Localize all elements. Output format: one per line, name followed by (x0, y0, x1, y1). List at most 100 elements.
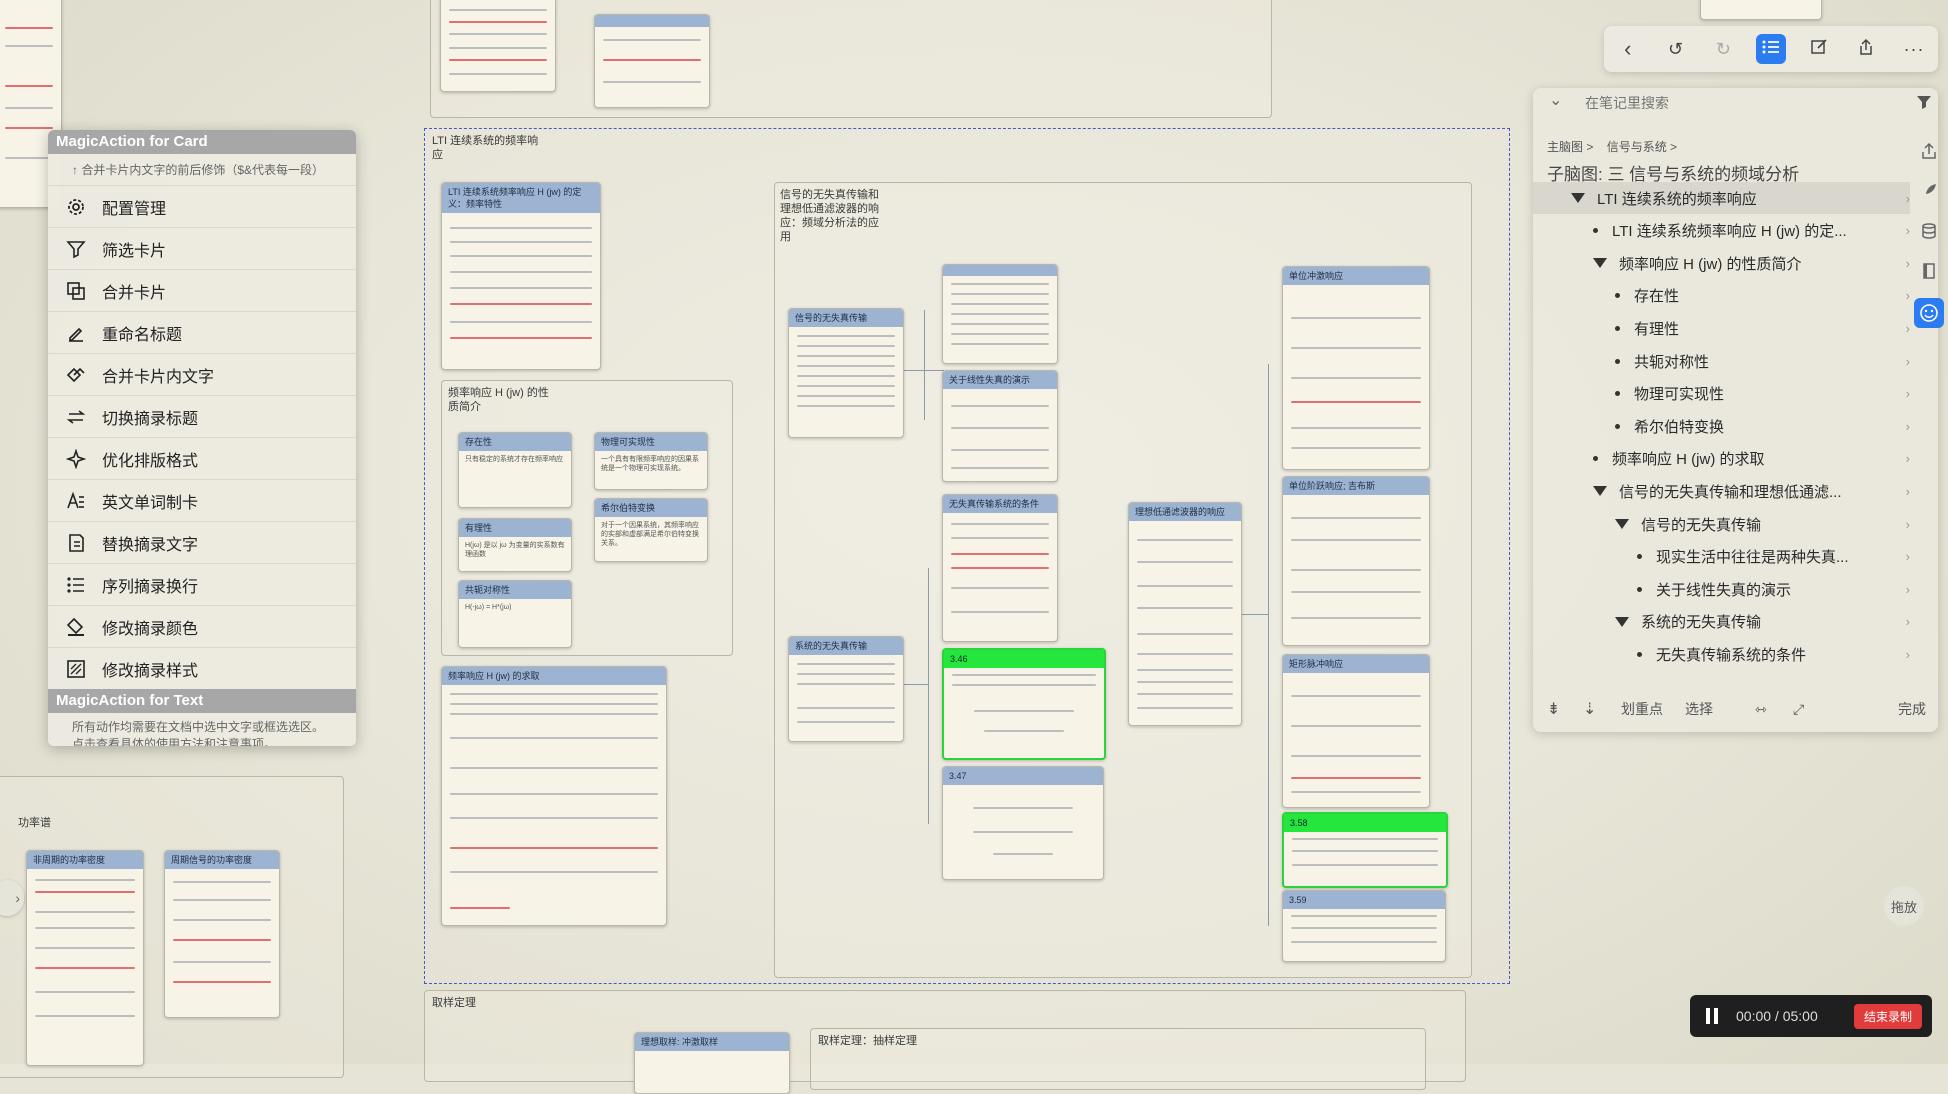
outline-leaf-row[interactable]: 无失真传输系统的条件 › (1533, 638, 1910, 670)
expand-triangle-icon[interactable] (1615, 519, 1629, 529)
ma-item-word-card[interactable]: 英文单词制卡 (48, 479, 356, 521)
magicaction-text-footer[interactable]: 所有动作均需要在文档中选中文字或框选选区。 点击查看具体的使用方法和注意事项。 (48, 713, 356, 746)
stop-recording-button[interactable]: 结束录制 (1853, 1004, 1922, 1029)
align-icon[interactable]: ⇟ (1547, 699, 1560, 719)
card-rationality[interactable]: 有理性 H(jω) 是以 jω 为变量的实系数有理函数 (458, 518, 572, 572)
breadcrumb-main[interactable]: 主脑图 > (1547, 140, 1593, 154)
rocket-icon[interactable] (1914, 176, 1944, 206)
card-existence[interactable]: 存在性 只有稳定的系统才存在频率响应 (458, 432, 572, 508)
outline-button[interactable] (1755, 34, 1786, 64)
card-physical-realizability[interactable]: 物理可实现性 一个具有有限频率响应的因果系统是一个物理可实现系统。 (594, 432, 708, 490)
mark-button[interactable]: 划重点 (1621, 699, 1663, 719)
chevron-right-icon[interactable]: › (1906, 484, 1910, 499)
back-button[interactable]: ‹ (1613, 34, 1643, 64)
chevron-right-icon[interactable]: › (1906, 223, 1910, 238)
ma-item-merge-text[interactable]: 合并卡片内文字 (48, 353, 356, 395)
chevron-right-icon[interactable]: › (1906, 288, 1910, 303)
outline-branch-row[interactable]: 信号的无失真传输 › (1533, 508, 1910, 540)
chevron-down-icon[interactable]: ⌄ (1549, 90, 1562, 110)
chevron-right-icon[interactable]: › (1906, 647, 1910, 662)
card-impulse-response[interactable]: 单位冲激响应 (1282, 266, 1430, 470)
card-example-3-59[interactable]: 3.59 (1282, 890, 1446, 962)
upload-icon[interactable] (1914, 136, 1944, 166)
chevron-right-icon[interactable]: › (1906, 549, 1910, 564)
ma-item-change-style[interactable]: 修改摘录样式 (48, 647, 356, 689)
outline-branch-row[interactable]: 频率响应 H (jw) 的性质简介 › (1533, 247, 1910, 279)
card-example-3-58[interactable]: 3.58 (1282, 812, 1448, 888)
chevron-right-icon[interactable]: › (1906, 614, 1910, 629)
expand-triangle-icon[interactable] (1571, 193, 1585, 203)
undo-button[interactable]: ↺ (1661, 34, 1691, 64)
card-signal-distortionless[interactable]: 信号的无失真传输 (788, 308, 904, 438)
outline-leaf-row[interactable]: 共轭对称性 › (1533, 345, 1910, 377)
partial-card-top-1[interactable] (440, 0, 556, 92)
chevron-right-icon[interactable]: › (1906, 256, 1910, 271)
expand-triangle-icon[interactable] (1615, 616, 1629, 627)
magicaction-card-subtitle[interactable]: ↑ 合并卡片内文字的前后修饰（$&代表每一段） (48, 154, 356, 185)
ma-item-change-color[interactable]: 修改摘录颜色 (48, 605, 356, 647)
expand-triangle-icon[interactable] (1593, 486, 1607, 497)
card-rect-pulse-response[interactable]: 矩形脉冲响应 (1282, 654, 1430, 808)
chevron-right-icon[interactable]: › (1906, 191, 1910, 206)
smiley-icon[interactable] (1914, 298, 1944, 328)
more-button[interactable]: ··· (1899, 34, 1929, 64)
select-button[interactable]: 选择 (1685, 699, 1713, 719)
card-distortionless-condition[interactable]: 无失真传输系统的条件 (942, 494, 1058, 642)
outline-leaf-row[interactable]: 存在性 › (1533, 280, 1910, 312)
card-linear-distortion-demo[interactable]: 关于线性失真的演示 (942, 370, 1058, 482)
chevron-right-icon[interactable]: › (1906, 451, 1910, 466)
redo-button[interactable]: ↻ (1708, 34, 1738, 64)
outline-branch-row[interactable]: 系统的无失真传输 › (1533, 606, 1910, 638)
outline-branch-row[interactable]: 信号的无失真传输和理想低通滤... › (1533, 475, 1910, 507)
outline-leaf-row[interactable]: LTI 连续系统频率响应 H (jw) 的定... › (1533, 215, 1910, 247)
expand-triangle-icon[interactable] (1593, 258, 1607, 269)
breadcrumb-signals[interactable]: 信号与系统 > (1607, 140, 1677, 154)
card-example-3-47[interactable]: 3.47 (942, 766, 1104, 880)
database-icon[interactable] (1914, 216, 1944, 246)
done-button[interactable]: 完成 (1898, 699, 1926, 719)
card-ideal-lowpass[interactable]: 理想低通滤波器的响应 (1128, 502, 1242, 726)
ma-item-merge[interactable]: 合并卡片 (48, 269, 356, 311)
partial-card-top-right[interactable] (1700, 0, 1822, 20)
card-definition[interactable]: LTI 连续系统频率响应 H (jw) 的定义：频率特性 (441, 182, 601, 370)
card-power-nonperiodic[interactable]: 非周期的功率密度 (26, 850, 144, 1066)
ma-item-config[interactable]: 配置管理 (48, 185, 356, 227)
ma-item-switch-title[interactable]: 切换摘录标题 (48, 395, 356, 437)
card-solve-response[interactable]: 频率响应 H (jw) 的求取 (441, 666, 667, 926)
card-power-periodic[interactable]: 周期信号的功率密度 (164, 850, 280, 1018)
card-hilbert[interactable]: 希尔伯特变换 对于一个因果系统，其频率响应的实部和虚部满足希尔伯特变换关系。 (594, 498, 708, 562)
book-icon[interactable] (1914, 256, 1944, 286)
card-real-life-distortion[interactable] (942, 264, 1058, 364)
chevron-right-icon[interactable]: › (1906, 354, 1910, 369)
share-button[interactable] (1851, 34, 1881, 64)
expand-icon[interactable]: ⤢ (1793, 701, 1804, 718)
lock-icon[interactable]: ⇿ (1755, 701, 1767, 718)
ma-item-sequence-wrap[interactable]: 序列摘录换行 (48, 563, 356, 605)
sort-icon[interactable]: ⇣ (1583, 699, 1596, 719)
outline-leaf-row[interactable]: 现实生活中往往是两种失真... › (1533, 541, 1910, 573)
filter-icon[interactable] (1916, 94, 1932, 115)
card-ideal-sampling[interactable]: 理想取样: 冲激取样 (634, 1032, 790, 1094)
outline-leaf-row[interactable]: 希尔伯特变换 › (1533, 410, 1910, 442)
partial-card-top-2[interactable] (594, 14, 710, 108)
ma-item-rename[interactable]: 重命名标题 (48, 311, 356, 353)
ma-item-replace-text[interactable]: 替换摘录文字 (48, 521, 356, 563)
ma-item-filter[interactable]: 筛选卡片 (48, 227, 356, 269)
edit-button[interactable] (1804, 34, 1834, 64)
outline-branch-row[interactable]: LTI 连续系统的频率响应 › (1533, 182, 1910, 214)
chevron-right-icon[interactable]: › (1906, 386, 1910, 401)
card-step-response[interactable]: 单位阶跃响应; 吉布斯 (1282, 476, 1430, 646)
outline-leaf-row[interactable]: 关于线性失真的演示 › (1533, 573, 1910, 605)
chevron-right-icon[interactable]: › (1906, 517, 1910, 532)
outline-leaf-row[interactable]: 有理性 › (1533, 312, 1910, 344)
outline-leaf-row[interactable]: 物理可实现性 › (1533, 378, 1910, 410)
pause-icon[interactable] (1706, 1008, 1718, 1024)
card-example-3-46[interactable]: 3.46 (942, 648, 1106, 760)
outline-search-input[interactable] (1583, 92, 1887, 114)
card-conjugate-symmetry[interactable]: 共轭对称性 H(-jω) = H*(jω) (458, 580, 572, 648)
drag-drop-button[interactable]: 拖放 (1884, 886, 1924, 926)
chevron-right-icon[interactable]: › (1906, 419, 1910, 434)
ma-item-optimize-format[interactable]: 优化排版格式 (48, 437, 356, 479)
chevron-right-icon[interactable]: › (1906, 321, 1910, 336)
chevron-right-icon[interactable]: › (1906, 582, 1910, 597)
